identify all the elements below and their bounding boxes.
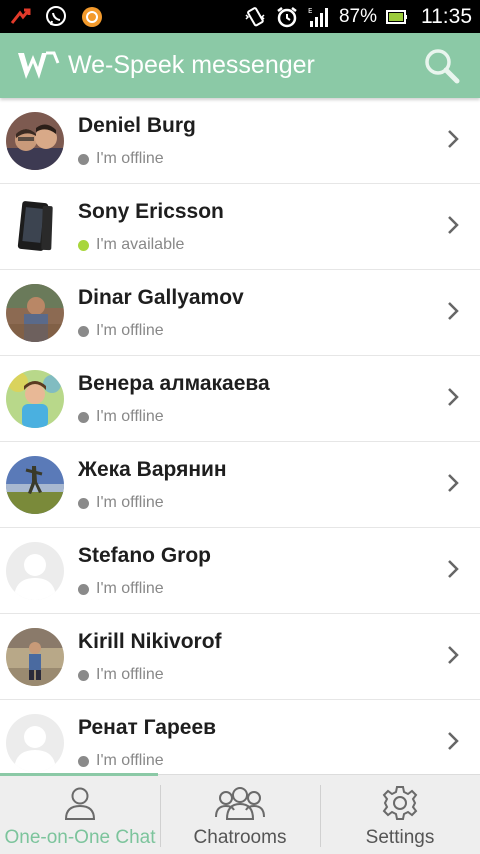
status-text: I'm offline [96,408,164,425]
tab-label: Chatrooms [193,827,287,848]
status-bar-right: E 87% 11:35 [243,5,472,29]
contact-status: I'm offline [78,322,164,340]
contact-status: I'm available [78,236,184,254]
status-dot-offline [78,325,89,337]
avatar [6,284,64,342]
contact-row[interactable]: Dinar Gallyamov I'm offline [0,270,480,356]
clock: 11:35 [421,4,472,28]
status-text: I'm offline [96,580,164,597]
battery-icon [386,9,407,24]
avatar [6,198,64,256]
avatar [6,628,64,686]
alarm-icon [277,6,297,27]
app-circle-icon [82,6,102,27]
contact-row[interactable]: Ренат Гареев I'm offline [0,700,480,774]
phone-image [6,198,64,256]
avatar-photo [6,370,64,428]
contact-status: I'm offline [78,494,164,512]
contact-status: I'm offline [78,150,164,168]
contact-name: Ренат Гареев [78,716,217,739]
contact-row[interactable]: Kirill Nikivorof I'm offline [0,614,480,700]
status-dot-offline [78,755,89,767]
signal-icon: E [308,7,328,27]
status-text: I'm offline [96,150,164,167]
avatar-photo [6,456,64,514]
status-dot-offline [78,411,89,423]
we-speek-logo [18,51,60,79]
status-dot-offline [78,153,89,165]
contact-row[interactable]: Deniel Burg I'm offline [0,98,480,184]
contact-status: I'm offline [78,666,164,684]
person-icon [64,787,96,820]
contact-name: Kirill Nikivorof [78,630,222,653]
search-button[interactable] [420,44,464,88]
viber-icon [46,5,66,26]
tab-chatrooms[interactable]: Chatrooms [160,775,320,854]
tab-settings[interactable]: Settings [320,775,480,854]
app-bar: We-Speek messenger [0,33,480,98]
contact-name: Sony Ericsson [78,200,224,223]
status-text: I'm available [96,236,185,253]
default-avatar-icon [6,542,64,600]
chevron-right-icon [448,474,459,492]
status-dot-offline [78,497,89,509]
chevron-right-icon [448,130,459,148]
screen: E 87% 11:35 We-Speek messenger Deniel Bu… [0,0,480,854]
contact-status: I'm offline [78,752,164,770]
status-dot-offline [78,583,89,595]
avatar-photo [6,112,64,170]
gear-icon [382,786,418,820]
default-avatar-icon [6,714,64,772]
chevron-right-icon [448,732,459,750]
contact-name: Stefano Grop [78,544,212,567]
avatar-photo [6,284,64,342]
contact-row[interactable]: Stefano Grop I'm offline [0,528,480,614]
contact-name: Венера алмакаева [78,372,270,395]
tab-one-on-one-chat[interactable]: One-on-One Chat [0,775,160,854]
tab-label: One-on-One Chat [4,827,156,848]
chevron-right-icon [448,216,459,234]
chevron-right-icon [448,388,459,406]
contact-name: Жека Варянин [78,458,227,481]
avatar [6,456,64,514]
contact-status: I'm offline [78,408,164,426]
tab-label: Settings [365,827,435,848]
contact-status: I'm offline [78,580,164,598]
svg-text:E: E [308,7,312,15]
notification-arrow-icon [10,8,31,24]
vibrate-icon [245,6,265,26]
status-text: I'm offline [96,494,164,511]
contact-name: Dinar Gallyamov [78,286,244,309]
contact-row[interactable]: Жека Варянин I'm offline [0,442,480,528]
chevron-right-icon [448,302,459,320]
avatar [6,714,64,772]
status-dot-available [78,239,89,251]
avatar [6,112,64,170]
contact-row[interactable]: Sony Ericsson I'm available [0,184,480,270]
status-bar: E 87% 11:35 [0,0,480,33]
avatar-photo [6,628,64,686]
status-text: I'm offline [96,752,164,769]
status-dot-offline [78,669,89,681]
battery-percent: 87% [338,5,377,27]
search-icon [425,48,460,83]
status-bar-left [8,5,104,29]
app-title: We-Speek messenger [68,51,315,79]
contact-row[interactable]: Венера алмакаева I'm offline [0,356,480,442]
contact-name: Deniel Burg [78,114,196,137]
bottom-tab-bar: One-on-One Chat Chatrooms Settings [0,773,480,854]
contact-list: Deniel Burg I'm offline Sony Ericsson I'… [0,98,480,774]
group-icon [215,787,265,820]
status-text: I'm offline [96,666,164,683]
avatar [6,542,64,600]
avatar [6,370,64,428]
status-text: I'm offline [96,322,164,339]
chevron-right-icon [448,646,459,664]
chevron-right-icon [448,560,459,578]
